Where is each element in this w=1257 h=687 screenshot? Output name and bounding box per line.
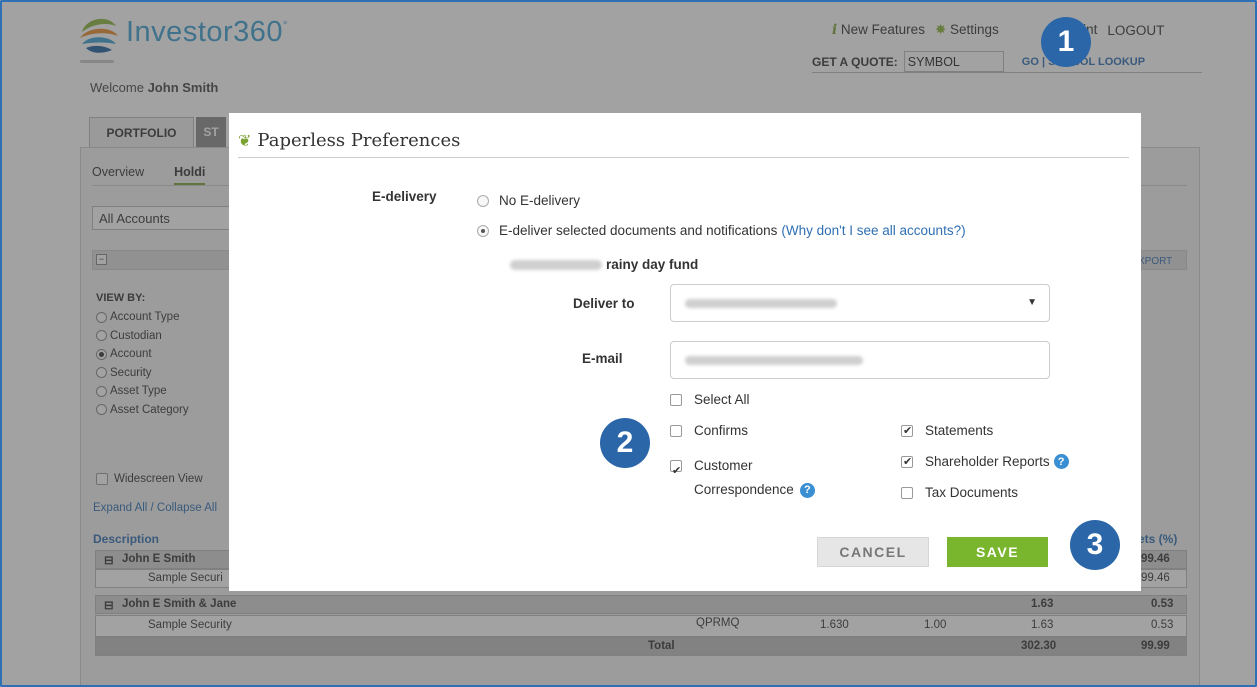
screenshot-border [0, 0, 1257, 687]
